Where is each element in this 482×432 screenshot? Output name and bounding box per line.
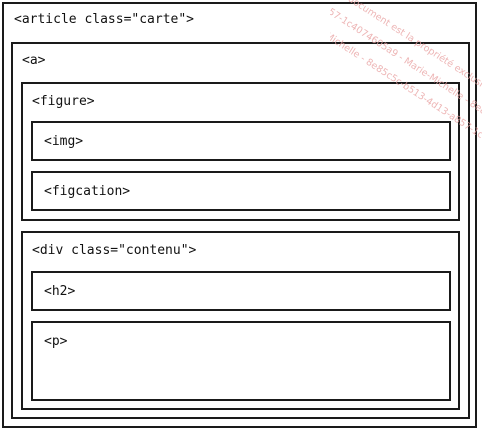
img-box — [31, 121, 451, 161]
article-label: <article class="carte"> — [14, 12, 195, 27]
div-contenu-label: <div class="contenu"> — [32, 243, 197, 258]
a-label: <a> — [22, 53, 46, 68]
img-label: <img> — [44, 134, 84, 149]
h2-box — [31, 271, 451, 311]
p-label: <p> — [44, 334, 68, 349]
h2-label: <h2> — [44, 284, 76, 299]
figure-label: <figure> — [32, 94, 95, 109]
p-box — [31, 321, 451, 401]
figcaption-label: <figcation> — [44, 184, 131, 199]
